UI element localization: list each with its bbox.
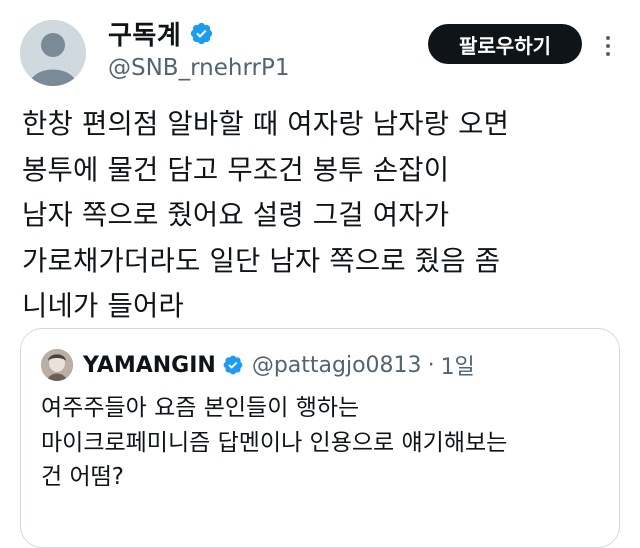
more-dot	[606, 44, 610, 48]
verified-badge-icon	[223, 355, 243, 375]
tweet-text: 한창 편의점 알바할 때 여자랑 남자랑 오면 봉투에 물건 담고 무조건 봉투…	[22, 102, 622, 330]
more-options-icon[interactable]	[596, 34, 620, 58]
tweet-line: 가로채가더라도 일단 남자 쪽으로 줬음 좀	[22, 244, 501, 277]
tweet-line: 한창 편의점 알바할 때 여자랑 남자랑 오면	[22, 108, 510, 140]
quoted-tweet-card[interactable]: YAMANGIN @pattagjo0813 · 1일 여주주들아 요즘 본인들…	[20, 328, 620, 548]
author-avatar[interactable]	[20, 20, 86, 86]
more-dot	[606, 52, 610, 56]
profile-photo-icon	[41, 349, 73, 381]
quoted-timestamp[interactable]: 1일	[441, 349, 475, 381]
default-avatar-icon	[20, 20, 86, 86]
quoted-line: 마이크로페미니즘 답멘이나 인용으로 얘기해보는	[41, 429, 508, 456]
quoted-line: 여주주들아 요즘 본인들이 행하는	[41, 395, 360, 421]
quoted-handle[interactable]: @pattagjo0813	[252, 353, 422, 378]
tweet-line: 남자 쪽으로 줬어요 설령 그걸 여자가	[22, 199, 450, 231]
author-handle[interactable]: @SNB_rnehrrP1	[108, 55, 289, 81]
quoted-line: 건 어떰?	[41, 464, 124, 490]
author-display-name[interactable]: 구독계	[108, 15, 181, 52]
follow-button[interactable]: 팔로우하기	[428, 24, 582, 64]
tweet-line: 봉투에 물건 담고 무조건 봉투 손잡이	[22, 153, 450, 186]
quoted-header: YAMANGIN @pattagjo0813 · 1일	[83, 345, 475, 385]
quoted-display-name[interactable]: YAMANGIN	[83, 353, 216, 378]
verified-badge-icon	[191, 22, 213, 44]
more-dot	[606, 36, 610, 40]
quoted-author-avatar[interactable]	[41, 349, 73, 381]
quoted-separator: ·	[427, 352, 435, 378]
tweet-line: 니네가 들어라	[22, 290, 184, 322]
quoted-tweet-text: 여주주들아 요즘 본인들이 행하는 마이크로페미니즘 답멘이나 인용으로 얘기해…	[41, 391, 601, 495]
author-name-row: 구독계	[108, 15, 214, 52]
